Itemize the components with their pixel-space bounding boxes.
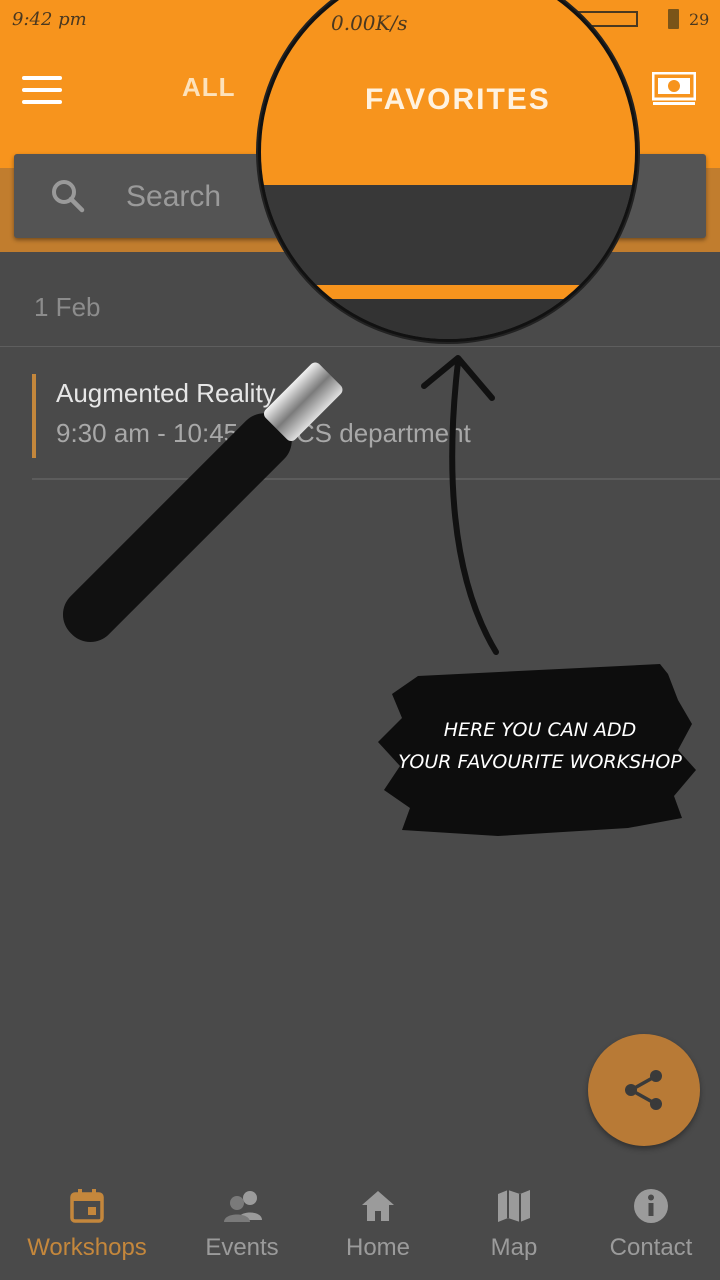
magnifier-lens: 0.00K/s FAVORITES xyxy=(258,0,638,342)
nav-label: Contact xyxy=(609,1234,693,1261)
item-accent-bar xyxy=(32,374,36,458)
tab-favorites[interactable]: FAVORITES xyxy=(365,83,551,117)
lens-status-text: 0.00K/s xyxy=(331,11,408,35)
nav-workshops[interactable]: Workshops xyxy=(15,1166,159,1280)
nav-label: Map xyxy=(490,1234,538,1261)
people-icon xyxy=(224,1191,262,1222)
divider xyxy=(0,346,720,347)
annotation-arrow xyxy=(421,355,499,655)
workshop-title: Augmented Reality xyxy=(56,378,276,408)
battery-icon xyxy=(668,9,679,29)
divider xyxy=(32,478,720,480)
nav-label: Events xyxy=(205,1234,279,1261)
status-battery: 29 xyxy=(689,10,710,29)
search-icon xyxy=(52,180,85,213)
nav-label: Home xyxy=(345,1234,411,1261)
nav-map[interactable]: Map xyxy=(442,1166,586,1280)
share-button[interactable] xyxy=(588,1034,700,1146)
date-header: 1 Feb xyxy=(34,292,101,322)
nav-contact[interactable]: Contact xyxy=(579,1166,720,1280)
nav-label: Workshops xyxy=(27,1234,147,1261)
map-icon xyxy=(498,1190,530,1222)
calendar-icon xyxy=(70,1189,104,1223)
home-icon xyxy=(362,1191,394,1221)
info-icon xyxy=(634,1189,668,1223)
share-icon xyxy=(625,1070,662,1110)
money-icon[interactable] xyxy=(652,72,696,106)
status-time: 9:42 pm xyxy=(12,9,87,30)
menu-button[interactable] xyxy=(22,76,62,106)
bottom-navigation: Workshops Events Home Map Contact xyxy=(0,1166,720,1280)
annotation-text: HERE YOU CAN ADD YOUR FAVOURITE WORKSHOP xyxy=(398,719,682,773)
nav-home[interactable]: Home xyxy=(306,1166,450,1280)
nav-events[interactable]: Events xyxy=(170,1166,314,1280)
tab-all[interactable]: ALL xyxy=(182,72,236,103)
